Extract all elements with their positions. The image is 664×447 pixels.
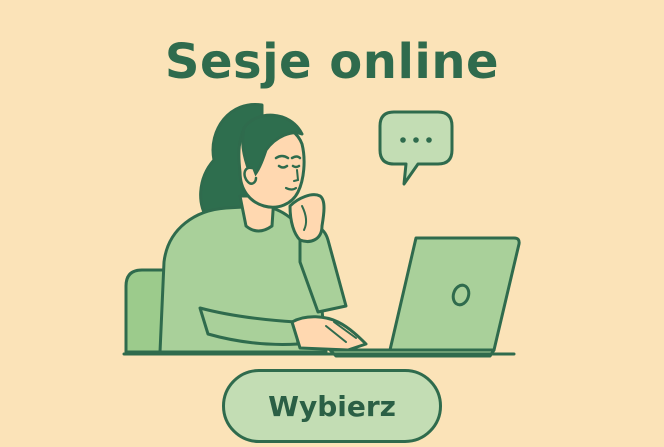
chat-bubble-icon (378, 110, 454, 186)
chin-hand (288, 193, 326, 243)
choose-button[interactable]: Wybierz (222, 369, 442, 443)
eyebrow (290, 155, 302, 160)
session-card: Sesje online Wybierz (0, 0, 664, 447)
typing-hand (290, 315, 368, 352)
eye (291, 164, 301, 169)
eye (277, 164, 289, 169)
